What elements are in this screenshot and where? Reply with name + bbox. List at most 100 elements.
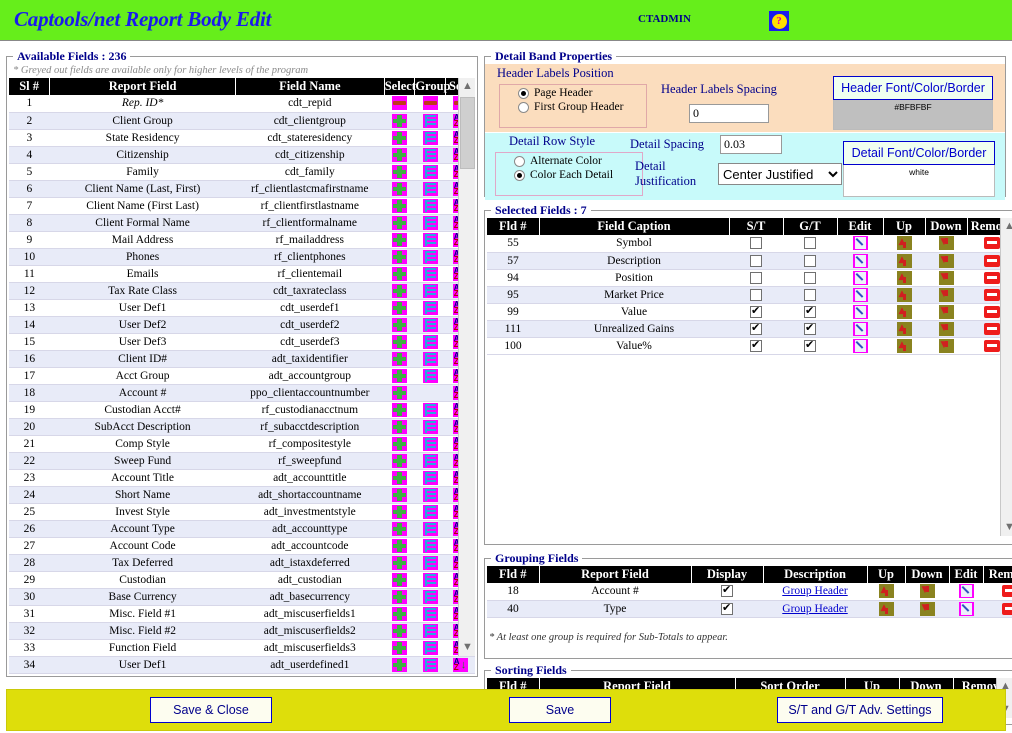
move-up-icon[interactable] xyxy=(879,602,894,616)
available-row-select[interactable] xyxy=(384,316,415,333)
available-row-group[interactable] xyxy=(415,503,446,520)
available-row-select[interactable] xyxy=(384,214,415,231)
available-row-group[interactable] xyxy=(415,146,446,163)
selected-row-up[interactable] xyxy=(883,252,925,269)
group-field-icon[interactable] xyxy=(423,403,438,417)
checkbox[interactable] xyxy=(750,272,762,284)
available-row-select[interactable] xyxy=(384,452,415,469)
selected-row-grandtotal-checkbox[interactable] xyxy=(783,252,837,269)
add-field-icon[interactable] xyxy=(392,233,407,247)
group-field-icon[interactable] xyxy=(423,233,438,247)
group-header-link[interactable]: Group Header xyxy=(782,585,847,597)
add-field-icon[interactable] xyxy=(392,267,407,281)
group-field-icon[interactable] xyxy=(423,267,438,281)
grouping-row-remove[interactable] xyxy=(983,583,1012,600)
detail-font-color-border-button[interactable]: Detail Font/Color/Border xyxy=(843,141,995,165)
selected-row-down[interactable] xyxy=(925,235,967,252)
selected-row-subtotal-checkbox[interactable] xyxy=(729,269,783,286)
add-field-icon[interactable] xyxy=(392,607,407,621)
radio-color-each-detail-dot[interactable] xyxy=(514,170,525,181)
checkbox[interactable] xyxy=(750,237,762,249)
add-field-icon[interactable] xyxy=(392,573,407,587)
add-field-icon[interactable] xyxy=(392,590,407,604)
selected-row-grandtotal-checkbox[interactable] xyxy=(783,320,837,337)
available-row-group[interactable] xyxy=(415,282,446,299)
edit-icon[interactable] xyxy=(959,584,974,598)
available-row-select[interactable] xyxy=(384,639,415,656)
available-row-group[interactable] xyxy=(415,299,446,316)
group-field-icon[interactable] xyxy=(423,369,438,383)
checkbox[interactable] xyxy=(750,323,762,335)
move-down-icon[interactable] xyxy=(939,271,954,285)
add-field-icon[interactable] xyxy=(392,403,407,417)
selected-row-down[interactable] xyxy=(925,337,967,354)
scrollbar-thumb[interactable] xyxy=(460,97,475,169)
scroll-up-icon[interactable]: ▲ xyxy=(1001,218,1012,235)
available-row-group[interactable] xyxy=(415,588,446,605)
add-field-icon[interactable] xyxy=(392,335,407,349)
group-field-icon[interactable] xyxy=(423,420,438,434)
available-row-group[interactable] xyxy=(415,197,446,214)
add-field-icon[interactable] xyxy=(392,539,407,553)
group-field-icon[interactable] xyxy=(423,199,438,213)
available-row-select[interactable] xyxy=(384,537,415,554)
available-row-group[interactable] xyxy=(415,129,446,146)
grouping-row-down[interactable] xyxy=(905,600,949,617)
grouping-row-display-checkbox[interactable] xyxy=(691,583,763,600)
available-row-select[interactable] xyxy=(384,197,415,214)
group-field-icon[interactable] xyxy=(423,114,438,128)
available-row-group[interactable] xyxy=(415,520,446,537)
remove-icon[interactable] xyxy=(1002,585,1012,597)
available-row-group[interactable] xyxy=(415,231,446,248)
scroll-up-icon[interactable]: ▲ xyxy=(459,78,476,95)
group-field-icon[interactable] xyxy=(423,539,438,553)
group-field-icon[interactable] xyxy=(423,641,438,655)
add-field-icon[interactable] xyxy=(392,369,407,383)
group-field-icon[interactable] xyxy=(423,165,438,179)
radio-first-group-header-dot[interactable] xyxy=(518,102,529,113)
add-field-icon[interactable] xyxy=(392,641,407,655)
edit-icon[interactable] xyxy=(853,271,868,285)
header-labels-spacing-input[interactable] xyxy=(689,104,769,123)
radio-alternate-color-dot[interactable] xyxy=(514,156,525,167)
selected-row-up[interactable] xyxy=(883,303,925,320)
group-field-icon[interactable] xyxy=(423,335,438,349)
checkbox[interactable] xyxy=(750,255,762,267)
group-field-icon[interactable] xyxy=(423,250,438,264)
add-field-icon[interactable] xyxy=(392,250,407,264)
move-up-icon[interactable] xyxy=(897,322,912,336)
remove-icon[interactable] xyxy=(984,272,1000,284)
available-row-select[interactable] xyxy=(384,605,415,622)
radio-alternate-color[interactable]: Alternate Color xyxy=(514,155,642,167)
save-and-close-button[interactable]: Save & Close xyxy=(150,697,272,723)
group-field-icon[interactable] xyxy=(423,573,438,587)
group-field-icon[interactable] xyxy=(423,131,438,145)
available-row-group[interactable] xyxy=(415,418,446,435)
available-row-group[interactable] xyxy=(415,112,446,129)
radio-page-header-dot[interactable] xyxy=(518,88,529,99)
available-row-group[interactable] xyxy=(415,367,446,384)
grouping-row-remove[interactable] xyxy=(983,600,1012,617)
group-field-icon[interactable] xyxy=(423,607,438,621)
move-up-icon[interactable] xyxy=(897,339,912,353)
grouping-row-description[interactable]: Group Header xyxy=(763,583,867,600)
available-row-group[interactable] xyxy=(415,554,446,571)
available-row-select[interactable] xyxy=(384,350,415,367)
edit-icon[interactable] xyxy=(853,305,868,319)
available-row-group[interactable] xyxy=(415,486,446,503)
available-row-group[interactable] xyxy=(415,605,446,622)
add-field-icon[interactable] xyxy=(392,420,407,434)
remove-icon[interactable] xyxy=(984,289,1000,301)
selected-row-up[interactable] xyxy=(883,269,925,286)
scroll-down-icon[interactable]: ▼ xyxy=(1001,519,1012,536)
grouping-row-display-checkbox[interactable] xyxy=(691,600,763,617)
available-row-group[interactable] xyxy=(415,537,446,554)
available-row-group[interactable] xyxy=(415,656,446,673)
selected-row-subtotal-checkbox[interactable] xyxy=(729,337,783,354)
move-down-icon[interactable] xyxy=(920,584,935,598)
available-row-group[interactable] xyxy=(415,350,446,367)
move-up-icon[interactable] xyxy=(879,584,894,598)
available-row-sort[interactable]: AZ↓ xyxy=(445,656,475,673)
group-field-icon[interactable] xyxy=(423,505,438,519)
detail-justification-select[interactable]: Center Justified xyxy=(718,163,842,185)
